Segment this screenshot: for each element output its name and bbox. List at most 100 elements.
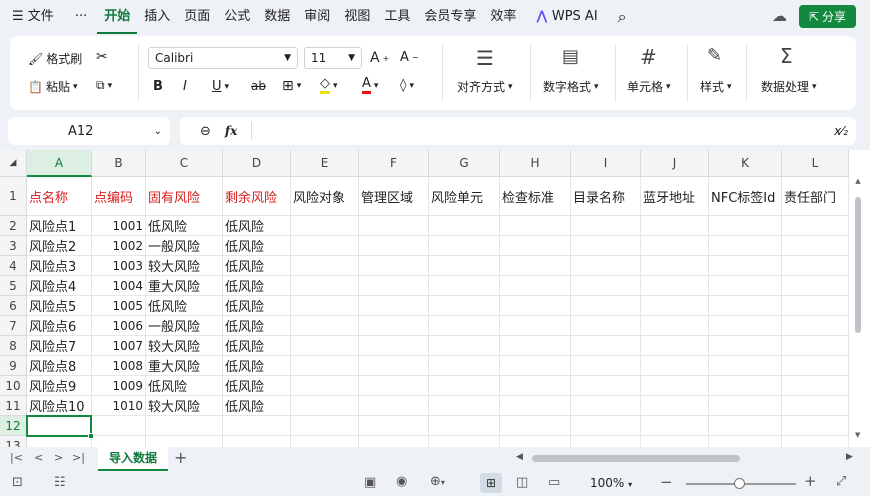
data-cell[interactable]: 低风险 xyxy=(223,396,291,416)
fill-handle[interactable] xyxy=(88,433,94,439)
empty-cell[interactable] xyxy=(641,216,709,236)
column-header-L[interactable]: L xyxy=(782,150,849,177)
empty-cell[interactable] xyxy=(291,296,359,316)
empty-cell[interactable] xyxy=(641,316,709,336)
row-header-10[interactable]: 10 xyxy=(0,376,27,396)
header-cell[interactable]: 固有风险 xyxy=(146,177,223,216)
empty-cell[interactable] xyxy=(571,276,641,296)
empty-cell[interactable] xyxy=(359,436,429,447)
empty-cell[interactable] xyxy=(571,296,641,316)
formula-expand-icon[interactable]: x⁄₂ xyxy=(834,124,848,138)
macro-icon[interactable]: ⊡ xyxy=(12,475,23,490)
empty-cell[interactable] xyxy=(709,236,782,256)
data-cell[interactable]: 风险点6 xyxy=(27,316,92,336)
data-cell[interactable]: 风险点7 xyxy=(27,336,92,356)
empty-cell[interactable] xyxy=(709,436,782,447)
empty-cell[interactable] xyxy=(571,256,641,276)
empty-cell[interactable] xyxy=(429,356,500,376)
empty-cell[interactable] xyxy=(709,216,782,236)
data-cell[interactable]: 低风险 xyxy=(223,316,291,336)
search-icon[interactable]: ⌕ xyxy=(611,0,634,34)
data-cell[interactable]: 1007 xyxy=(92,336,146,356)
empty-cell[interactable] xyxy=(359,256,429,276)
empty-cell[interactable] xyxy=(709,376,782,396)
empty-cell[interactable] xyxy=(500,336,571,356)
empty-cell[interactable] xyxy=(641,356,709,376)
tab-6[interactable]: 视图 xyxy=(337,0,377,34)
data-cell[interactable]: 重大风险 xyxy=(146,276,223,296)
underline-button[interactable]: U ▾ xyxy=(212,79,229,94)
eye-icon[interactable]: ◉ xyxy=(396,474,407,489)
empty-cell[interactable] xyxy=(291,436,359,447)
empty-cell[interactable] xyxy=(359,216,429,236)
empty-cell[interactable] xyxy=(709,256,782,276)
data-cell[interactable]: 较大风险 xyxy=(146,336,223,356)
empty-cell[interactable] xyxy=(571,216,641,236)
empty-cell[interactable] xyxy=(146,416,223,436)
data-cell[interactable]: 1008 xyxy=(92,356,146,376)
empty-cell[interactable] xyxy=(782,216,849,236)
row-header-9[interactable]: 9 xyxy=(0,356,27,376)
data-cell[interactable]: 低风险 xyxy=(223,256,291,276)
wps-ai-button[interactable]: ⋀ WPS AI xyxy=(529,0,604,34)
format-painter-button[interactable]: 🖌 格式刷 xyxy=(28,50,82,67)
column-header-K[interactable]: K xyxy=(709,150,782,177)
row-header-5[interactable]: 5 xyxy=(0,276,27,296)
cloud-icon[interactable]: ☁ xyxy=(772,7,787,25)
empty-cell[interactable] xyxy=(359,236,429,256)
empty-cell[interactable] xyxy=(500,256,571,276)
empty-cell[interactable] xyxy=(709,316,782,336)
header-cell[interactable]: 风险单元 xyxy=(429,177,500,216)
empty-cell[interactable] xyxy=(641,436,709,447)
empty-cell[interactable] xyxy=(359,376,429,396)
empty-cell[interactable] xyxy=(782,316,849,336)
empty-cell[interactable] xyxy=(146,436,223,447)
empty-cell[interactable] xyxy=(500,436,571,447)
empty-cell[interactable] xyxy=(782,436,849,447)
scroll-up-icon[interactable]: ▲ xyxy=(852,177,864,185)
column-header-C[interactable]: C xyxy=(146,150,223,177)
empty-cell[interactable] xyxy=(500,276,571,296)
empty-cell[interactable] xyxy=(641,276,709,296)
tab-9[interactable]: 效率 xyxy=(483,0,523,34)
data-cell[interactable]: 1004 xyxy=(92,276,146,296)
empty-cell[interactable] xyxy=(782,376,849,396)
empty-cell[interactable] xyxy=(359,396,429,416)
empty-cell[interactable] xyxy=(429,376,500,396)
zoom-formula-icon[interactable]: ⊖ xyxy=(200,124,211,139)
tab-4[interactable]: 数据 xyxy=(257,0,297,34)
empty-cell[interactable] xyxy=(782,396,849,416)
page-view-icon[interactable]: ◫ xyxy=(516,475,528,490)
decrease-font-icon[interactable]: A − xyxy=(400,50,419,65)
scroll-right-icon[interactable]: ▶ xyxy=(846,452,853,462)
data-cell[interactable]: 低风险 xyxy=(223,276,291,296)
empty-cell[interactable] xyxy=(571,336,641,356)
tab-3[interactable]: 公式 xyxy=(217,0,257,34)
empty-cell[interactable] xyxy=(782,276,849,296)
paste-button[interactable]: 📋 粘贴 ▾ xyxy=(28,78,78,95)
tab-8[interactable]: 会员专享 xyxy=(417,0,483,34)
empty-cell[interactable] xyxy=(223,436,291,447)
scroll-down-icon[interactable]: ▼ xyxy=(855,431,860,439)
tab-5[interactable]: 审阅 xyxy=(297,0,337,34)
row-header-2[interactable]: 2 xyxy=(0,216,27,236)
zoom-out-button[interactable]: − xyxy=(660,473,673,491)
reading-view-icon[interactable]: ▭ xyxy=(548,475,560,490)
empty-cell[interactable] xyxy=(641,376,709,396)
column-header-E[interactable]: E xyxy=(291,150,359,177)
header-cell[interactable]: 目录名称 xyxy=(571,177,641,216)
empty-cell[interactable] xyxy=(359,316,429,336)
empty-cell[interactable] xyxy=(500,216,571,236)
empty-cell[interactable] xyxy=(291,236,359,256)
data-cell[interactable]: 一般风险 xyxy=(146,236,223,256)
data-cell[interactable]: 低风险 xyxy=(223,376,291,396)
file-menu[interactable]: ☰ 文件 xyxy=(0,0,61,34)
row-header-8[interactable]: 8 xyxy=(0,336,27,356)
empty-cell[interactable] xyxy=(641,296,709,316)
header-cell[interactable]: NFC标签Id xyxy=(709,177,782,216)
data-cell[interactable]: 低风险 xyxy=(223,336,291,356)
row-header-12[interactable]: 12 xyxy=(0,416,27,436)
zoom-in-button[interactable]: + xyxy=(804,472,817,490)
zoom-slider-handle[interactable] xyxy=(734,478,745,489)
header-cell[interactable]: 风险对象 xyxy=(291,177,359,216)
